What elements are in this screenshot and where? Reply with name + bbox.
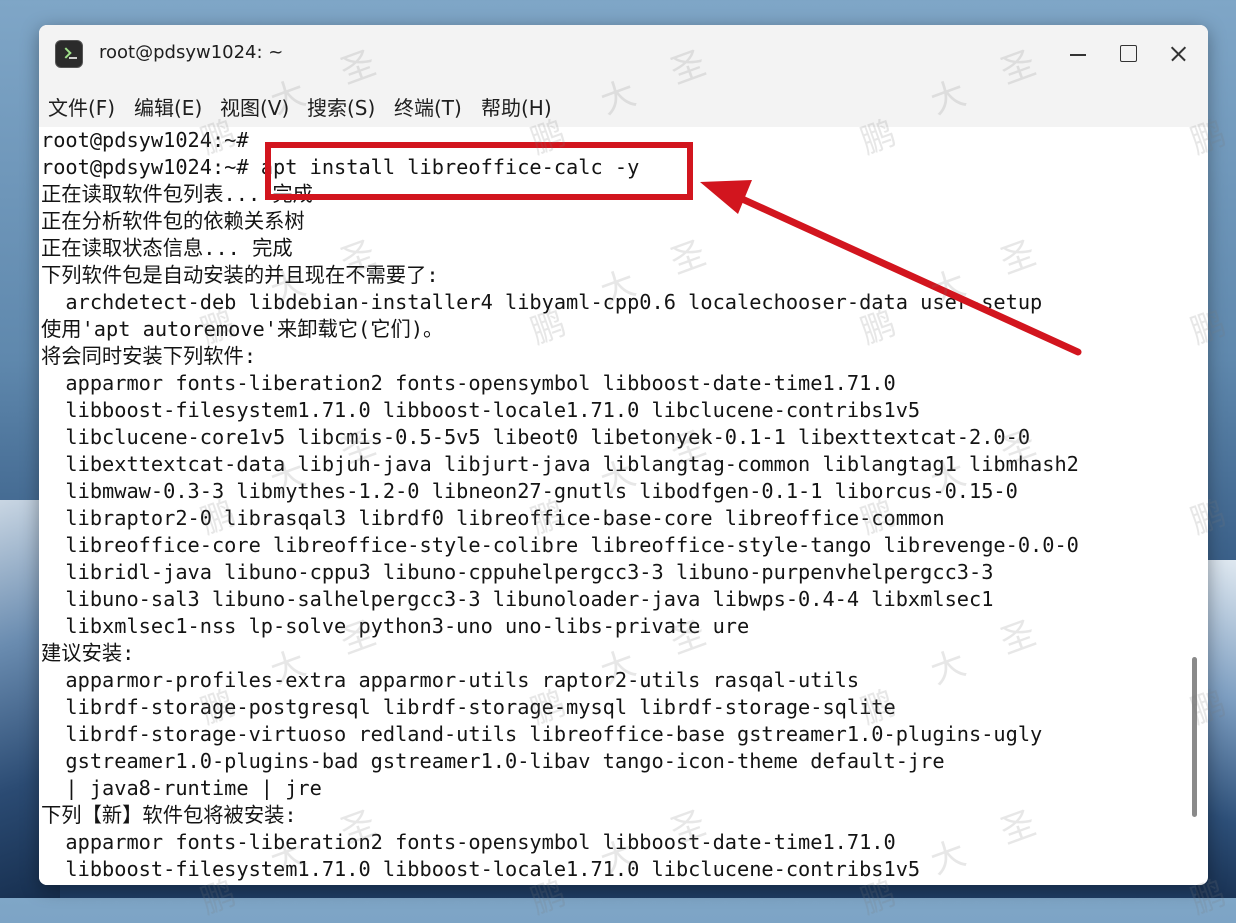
menu-file[interactable]: 文件(F) bbox=[48, 92, 115, 121]
title-bar[interactable]: root@pdsyw1024: ~ bbox=[39, 25, 1208, 82]
terminal-line: libreoffice-core libreoffice-style-colib… bbox=[41, 533, 1079, 557]
terminal-line: apparmor-profiles-extra apparmor-utils r… bbox=[41, 668, 860, 692]
menu-bar: 文件(F) 编辑(E) 视图(V) 搜索(S) 终端(T) 帮助(H) bbox=[39, 82, 1208, 127]
terminal-line: | java8-runtime | jre bbox=[41, 776, 322, 800]
terminal-line: archdetect-deb libdebian-installer4 liby… bbox=[41, 290, 1043, 314]
minimize-button[interactable] bbox=[1063, 39, 1093, 69]
terminal-line: librdf-storage-virtuoso redland-utils li… bbox=[41, 722, 1043, 746]
menu-view[interactable]: 视图(V) bbox=[220, 92, 289, 121]
terminal-line: root@pdsyw1024:~# apt install libreoffic… bbox=[41, 155, 640, 179]
menu-search[interactable]: 搜索(S) bbox=[307, 92, 375, 121]
terminal-line: 正在读取软件包列表... 完成 bbox=[41, 182, 313, 206]
terminal-line: libboost-filesystem1.71.0 libboost-local… bbox=[41, 857, 921, 881]
terminal-line: libraptor2-0 librasqal3 librdf0 libreoff… bbox=[41, 506, 945, 530]
terminal-line: 建议安装: bbox=[41, 641, 135, 665]
terminal-line: libxmlsec1-nss lp-solve python3-uno uno-… bbox=[41, 614, 750, 638]
terminal-line: 正在读取状态信息... 完成 bbox=[41, 236, 293, 260]
terminal-line: 下列软件包是自动安装的并且现在不需要了: bbox=[41, 263, 439, 287]
maximize-button[interactable] bbox=[1113, 39, 1143, 69]
menu-help[interactable]: 帮助(H) bbox=[481, 92, 552, 121]
menu-terminal[interactable]: 终端(T) bbox=[394, 92, 462, 121]
terminal-line: libuno-sal3 libuno-salhelpergcc3-3 libun… bbox=[41, 587, 994, 611]
terminal-window: root@pdsyw1024: ~ 文件(F) 编辑(E) 视图(V) 搜索(S… bbox=[39, 25, 1208, 885]
menu-edit[interactable]: 编辑(E) bbox=[134, 92, 202, 121]
terminal-line: 将会同时安装下列软件: bbox=[41, 344, 257, 368]
terminal-line: 下列【新】软件包将被安装: bbox=[41, 803, 297, 827]
window-title: root@pdsyw1024: ~ bbox=[99, 42, 284, 63]
close-button[interactable] bbox=[1163, 39, 1193, 69]
terminal-app-icon bbox=[55, 40, 83, 68]
terminal-line: 正在分析软件包的依赖关系树 bbox=[41, 209, 305, 233]
terminal-output[interactable]: root@pdsyw1024:~# root@pdsyw1024:~# apt i… bbox=[39, 127, 1199, 885]
terminal-line: libmwaw-0.3-3 libmythes-1.2-0 libneon27-… bbox=[41, 479, 1018, 503]
terminal-line: libclucene-core1v5 libcmis-0.5-5v5 libeo… bbox=[41, 425, 1031, 449]
terminal-line: libridl-java libuno-cppu3 libuno-cppuhel… bbox=[41, 560, 994, 584]
terminal-line: libexttextcat-data libjuh-java libjurt-j… bbox=[41, 452, 1079, 476]
terminal-scrollbar[interactable] bbox=[1192, 657, 1197, 817]
terminal-line: root@pdsyw1024:~# bbox=[41, 128, 249, 152]
terminal-line: librdf-storage-postgresql librdf-storage… bbox=[41, 695, 896, 719]
terminal-line: 使用'apt autoremove'来卸载它(它们)。 bbox=[41, 317, 444, 341]
terminal-line: gstreamer1.0-plugins-bad gstreamer1.0-li… bbox=[41, 749, 945, 773]
terminal-line: apparmor fonts-liberation2 fonts-opensym… bbox=[41, 830, 896, 854]
terminal-line: apparmor fonts-liberation2 fonts-opensym… bbox=[41, 371, 896, 395]
terminal-line: libboost-filesystem1.71.0 libboost-local… bbox=[41, 398, 921, 422]
